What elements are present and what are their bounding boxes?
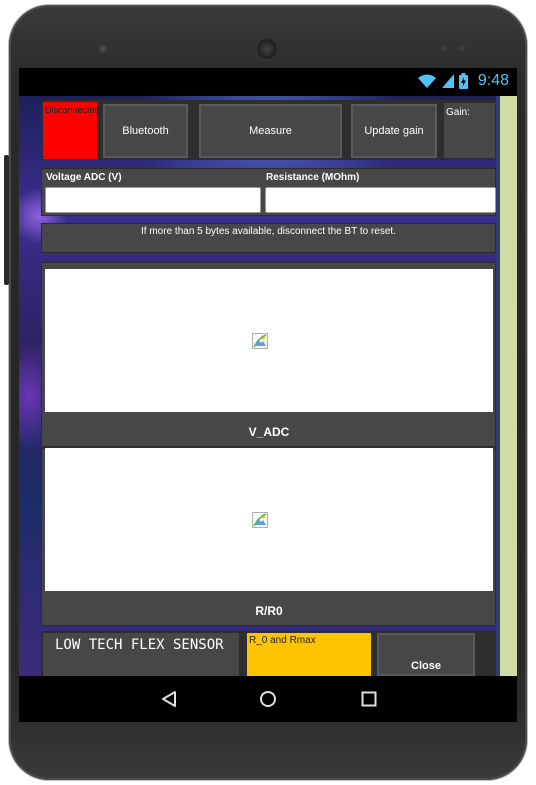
recents-icon [361,691,377,707]
vadc-caption: V_ADC [45,418,493,446]
resistance-field[interactable] [265,187,496,213]
close-button[interactable]: Close [377,633,475,676]
rr0-plot [45,448,493,591]
volume-button [4,155,9,285]
voltage-field[interactable] [45,187,261,213]
front-camera-icon [98,44,108,54]
right-side-strip [500,96,517,676]
voltage-label: Voltage ADC (V) [46,172,122,183]
image-placeholder-icon [252,512,268,528]
r0-rmax-box[interactable]: R_0 and Rmax [247,633,371,676]
home-icon [260,691,276,707]
signal-icon [441,74,454,88]
info-message: If more than 5 bytes available, disconne… [141,226,396,237]
screen: 9:48 Disconnected Bluetooth Measure Upda… [19,68,517,722]
back-button[interactable] [156,686,182,712]
status-bar: 9:48 [19,68,517,96]
connection-status-label: Disconnected [45,105,99,115]
recents-button[interactable] [356,686,382,712]
rr0-caption: R/R0 [45,597,493,625]
image-placeholder-icon [252,333,268,349]
resistance-label: Resistance (MOhm) [266,172,360,183]
gain-panel: Gain: [443,102,496,159]
app-screen: Disconnected Bluetooth Measure Update ga… [19,96,517,676]
bluetooth-button[interactable]: Bluetooth [103,104,188,158]
speaker-icon [257,39,277,59]
back-icon [162,691,176,707]
app-title: LOW TECH FLEX SENSOR [43,633,239,676]
vadc-plot [45,269,493,412]
info-panel: If more than 5 bytes available, disconne… [41,223,496,253]
measure-button[interactable]: Measure [199,104,342,158]
status-time: 9:48 [477,72,509,89]
r0-rmax-label: R_0 and Rmax [249,635,316,646]
update-gain-button[interactable]: Update gain [351,104,437,158]
gain-label: Gain: [446,107,470,118]
close-label: Close [411,660,441,672]
home-button[interactable] [255,686,281,712]
connection-status: Disconnected [43,102,99,159]
navigation-bar [19,676,517,722]
sensor-dots [441,45,471,51]
battery-icon [458,73,468,89]
wifi-icon [417,74,436,88]
